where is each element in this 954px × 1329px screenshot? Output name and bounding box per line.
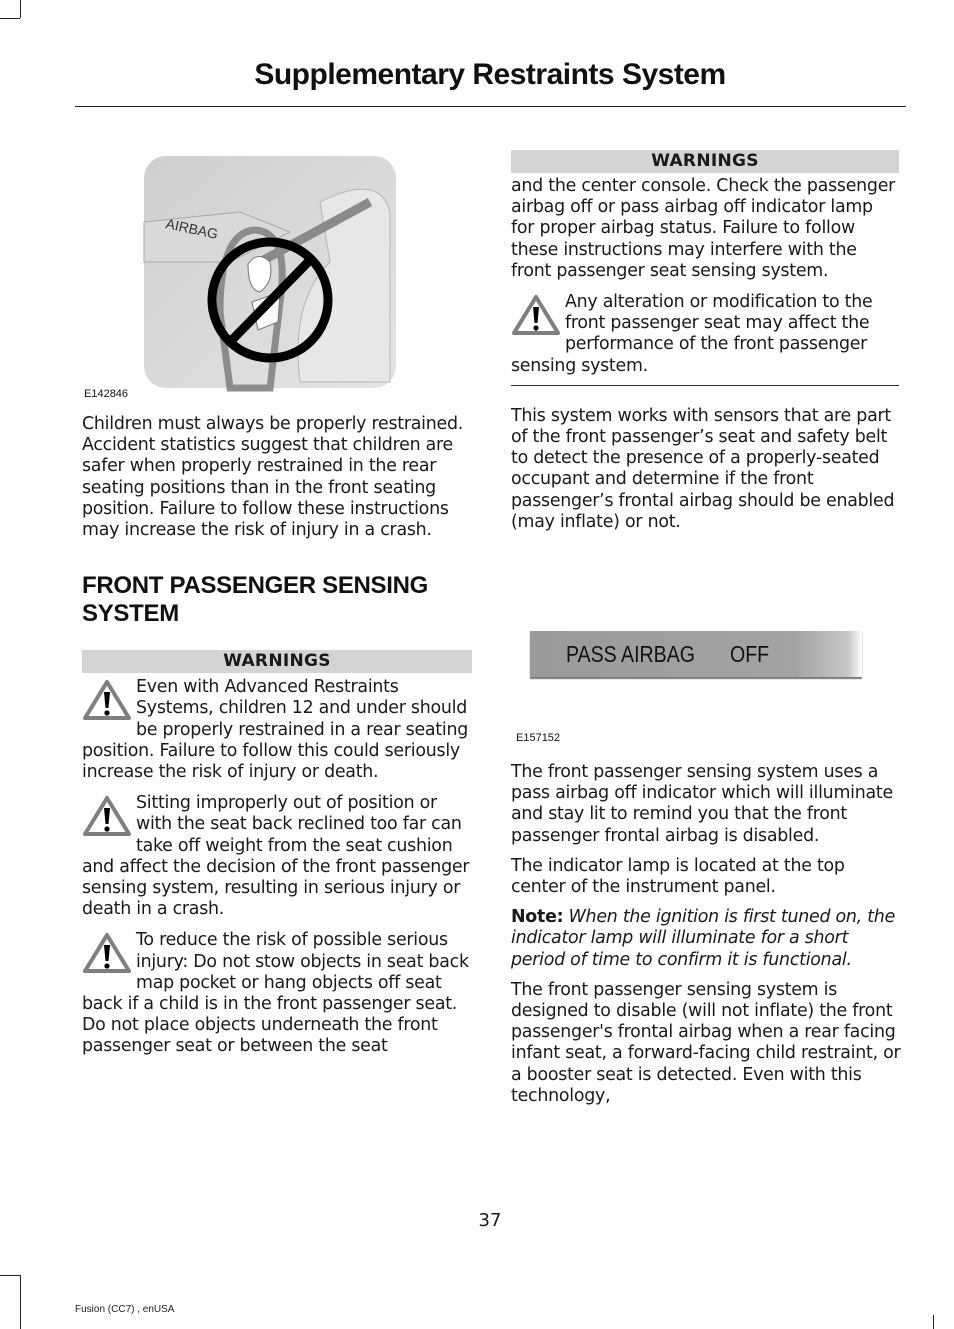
indicator-paragraph: The front passenger sensing system uses … [511, 762, 893, 846]
page-number: 37 [478, 1210, 502, 1231]
intro-paragraph: Children must always be properly restrai… [82, 414, 464, 541]
note-paragraph: Note: When the ignition is first tuned o… [511, 907, 901, 971]
crop-mark [0, 1275, 20, 1276]
warnings-heading: WARNINGS [511, 150, 899, 173]
document-id: Fusion (CC7) , enUSA [75, 1304, 175, 1315]
warning-triangle-icon [83, 933, 131, 974]
note-label: Note: [511, 907, 564, 928]
warning-item: Even with Advanced Restraints Systems, c… [82, 677, 472, 783]
warning-item: Sitting improperly out of position or wi… [82, 793, 472, 920]
child-seat-prohibited-illustration: AIRBAG [143, 156, 396, 392]
warnings-end-divider [511, 384, 899, 386]
warning-text: Any alteration or modification to the fr… [511, 292, 873, 376]
right-column-lower: The front passenger sensing system uses … [511, 762, 901, 1107]
warning-triangle-icon [512, 295, 560, 336]
warning-text: Sitting improperly out of position or wi… [82, 793, 470, 920]
figure-child-seat: AIRBAG [140, 152, 400, 392]
warning-triangle-icon [83, 796, 131, 837]
left-column: Children must always be properly restrai… [82, 414, 472, 1058]
disable-paragraph: The front passenger sensing system is de… [511, 979, 901, 1106]
warning-triangle-icon [83, 680, 131, 721]
page-title: Supplementary Restraints System [254, 58, 726, 91]
lamp-text-off: OFF [730, 641, 770, 667]
lamp-text-pass-airbag: PASS AIRBAG [566, 641, 695, 667]
warning-text: To reduce the risk of possible serious i… [82, 930, 469, 1057]
warning-item: Any alteration or modification to the fr… [511, 292, 899, 377]
warnings-heading: WARNINGS [82, 650, 472, 674]
warning-continued-text: and the center console. Check the passen… [511, 176, 896, 281]
pass-airbag-off-indicator-figure: PASS AIRBAG OFF [530, 631, 862, 677]
figure-label: E142846 [84, 388, 129, 400]
note-text: When the ignition is first tuned on, the… [511, 907, 896, 970]
right-column: WARNINGS and the center console. Check t… [511, 150, 899, 533]
lamp-location-paragraph: The indicator lamp is located at the top… [511, 855, 845, 898]
warning-item: To reduce the risk of possible serious i… [82, 930, 472, 1057]
title-divider [75, 106, 906, 107]
section-heading: FRONT PASSENGER SENSING SYSTEM [82, 572, 429, 628]
system-description-paragraph: This system works with sensors that are … [511, 405, 895, 532]
warning-text: Even with Advanced Restraints Systems, c… [82, 677, 469, 783]
crop-mark [0, 18, 20, 19]
crop-mark [20, 1275, 21, 1329]
crop-mark [933, 1315, 934, 1329]
crop-mark [20, 0, 21, 18]
figure-label: E157152 [516, 732, 561, 744]
